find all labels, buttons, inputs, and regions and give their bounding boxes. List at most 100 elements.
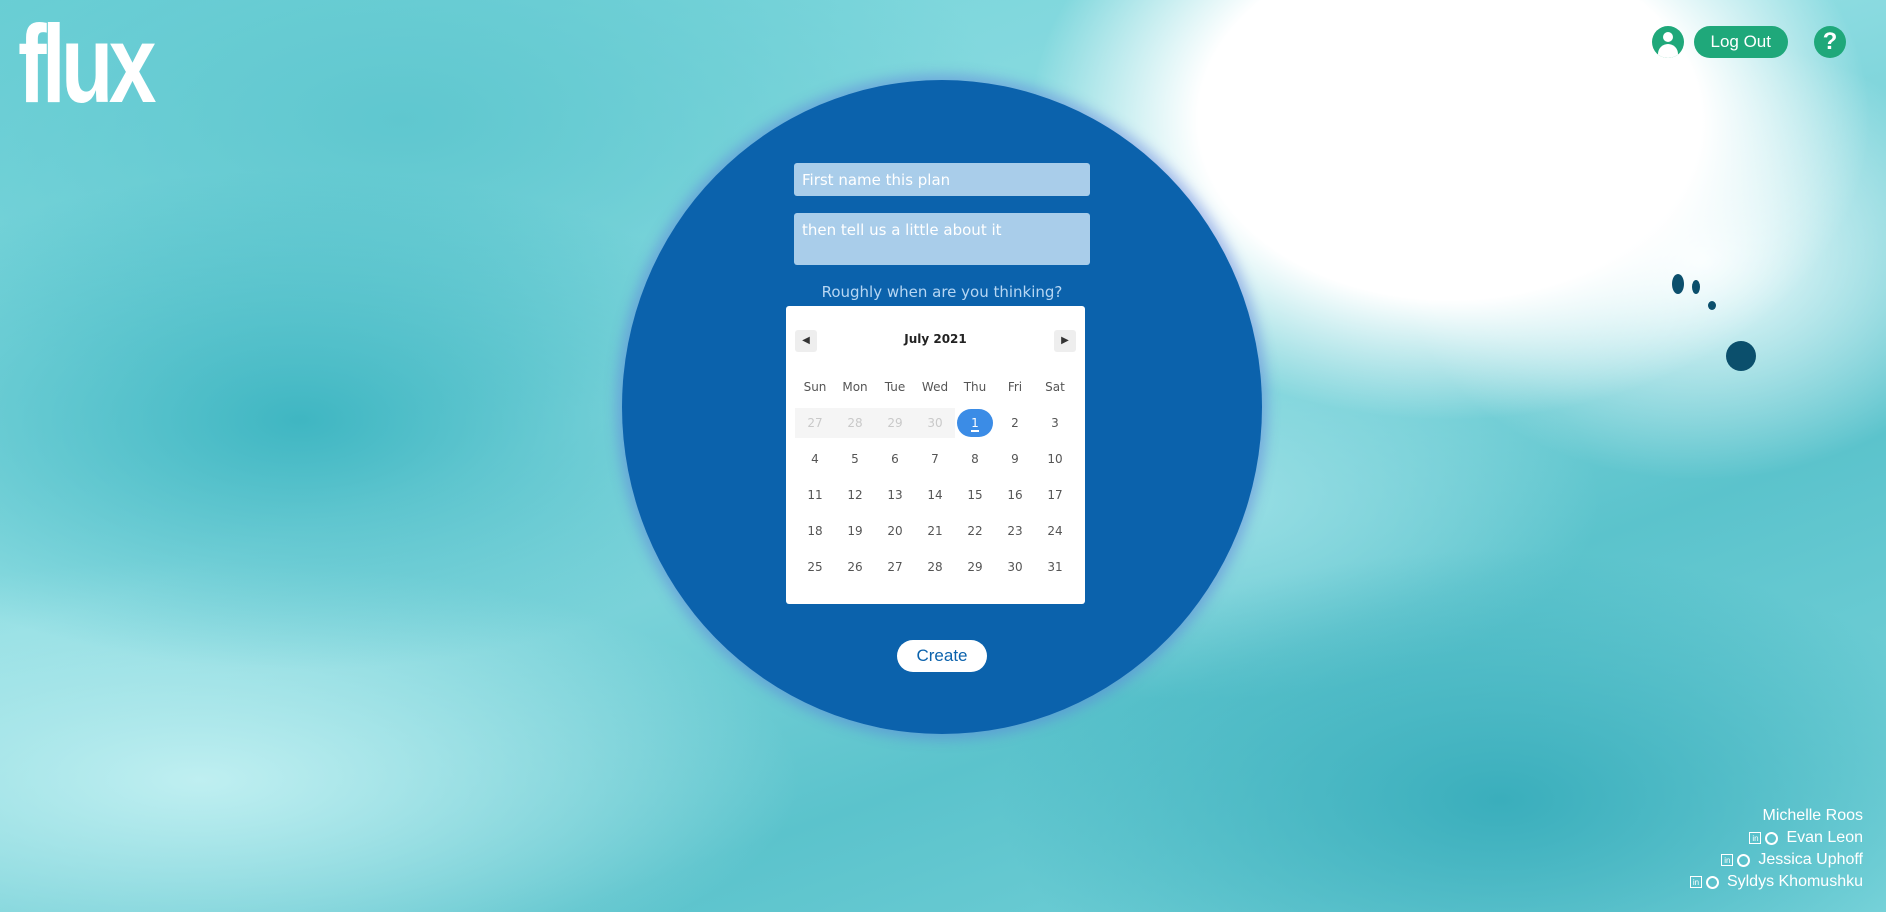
weekday-label: Wed: [921, 380, 949, 394]
calendar-day-number: 14: [927, 488, 943, 502]
calendar-day[interactable]: 4: [795, 444, 835, 474]
calendar-day-selected[interactable]: 1: [955, 408, 995, 438]
calendar-day-number: 3: [1051, 416, 1059, 430]
calendar-day[interactable]: 3: [1035, 408, 1075, 438]
next-month-button[interactable]: ▶: [1054, 330, 1076, 352]
calendar-month-label: July 2021: [904, 332, 967, 346]
calendar-day-number: 12: [847, 488, 863, 502]
calendar-day-number: 28: [927, 560, 943, 574]
calendar-day-number: 9: [1011, 452, 1019, 466]
calendar-day[interactable]: 15: [955, 480, 995, 510]
calendar-day-number: 8: [971, 452, 979, 466]
calendar-day[interactable]: 29: [875, 408, 915, 438]
linkedin-icon[interactable]: in: [1689, 876, 1702, 888]
calendar-day[interactable]: 24: [1035, 516, 1075, 546]
calendar-day-number: 16: [1007, 488, 1023, 502]
credit-row: in Evan Leon: [1690, 827, 1863, 849]
calendar-day-number: 31: [1047, 560, 1063, 574]
calendar-day[interactable]: 16: [995, 480, 1035, 510]
calendar-day[interactable]: 8: [955, 444, 995, 474]
weekday-label: Thu: [963, 380, 987, 394]
credit-row: Michelle Roos: [1690, 805, 1863, 827]
calendar-day-number: 2: [1011, 416, 1019, 430]
credit-name: Michelle Roos: [1762, 807, 1863, 824]
calendar-day[interactable]: 31: [1035, 552, 1075, 582]
calendar-day[interactable]: 27: [795, 408, 835, 438]
profile-icon-head: [1662, 32, 1673, 42]
credit-row: in Syldys Khomushku: [1689, 871, 1863, 893]
calendar-day-number: 17: [1047, 488, 1063, 502]
calendar-day[interactable]: 21: [915, 516, 955, 546]
github-icon[interactable]: [1705, 875, 1719, 889]
plan-description-input[interactable]: [794, 213, 1090, 265]
calendar-day[interactable]: 19: [835, 516, 875, 546]
help-icon[interactable]: ?: [1814, 26, 1846, 58]
weekday-label: Sun: [803, 380, 827, 394]
calendar-day[interactable]: 18: [795, 516, 835, 546]
calendar-day[interactable]: 12: [835, 480, 875, 510]
logout-button[interactable]: Log Out: [1693, 26, 1788, 58]
calendar-day[interactable]: 20: [875, 516, 915, 546]
top-bar: Log Out ?: [1651, 26, 1846, 58]
calendar-day[interactable]: 13: [875, 480, 915, 510]
calendar-day[interactable]: 30: [915, 408, 955, 438]
calendar-day[interactable]: 23: [995, 516, 1035, 546]
calendar-day[interactable]: 6: [875, 444, 915, 474]
calendar-day[interactable]: 7: [915, 444, 955, 474]
calendar-day[interactable]: 9: [995, 444, 1035, 474]
linkedin-icon[interactable]: in: [1749, 832, 1762, 844]
calendar-day-number: 18: [807, 524, 823, 538]
flux-logo[interactable]: flux: [18, 10, 156, 120]
calendar-day[interactable]: 25: [795, 552, 835, 582]
calendar-week-row: 25 26 27 28 29 30 31: [795, 552, 1075, 588]
calendar-day[interactable]: 11: [795, 480, 835, 510]
date-prompt: Roughly when are you thinking?: [821, 283, 1063, 301]
calendar-day[interactable]: 26: [835, 552, 875, 582]
profile-icon[interactable]: [1651, 26, 1684, 58]
calendar-day-number: 25: [807, 560, 823, 574]
weekday-label: Tue: [884, 380, 906, 394]
calendar-day-number: 11: [807, 488, 823, 502]
calendar-day[interactable]: 2: [995, 408, 1035, 438]
calendar-week-row: 27 28 29 30 1 2 3: [795, 408, 1075, 444]
calendar-day-number: 29: [967, 560, 983, 574]
calendar-day-number: 27: [807, 416, 823, 430]
calendar-day[interactable]: 14: [915, 480, 955, 510]
calendar-day[interactable]: 27: [875, 552, 915, 582]
calendar-day-number: 20: [887, 524, 903, 538]
calendar-day-number: 29: [887, 416, 903, 430]
calendar-day-number: 7: [931, 452, 939, 466]
calendar-day[interactable]: 28: [835, 408, 875, 438]
calendar-day-number: 27: [887, 560, 903, 574]
calendar-day[interactable]: 17: [1035, 480, 1075, 510]
calendar-day[interactable]: 29: [955, 552, 995, 582]
calendar-day[interactable]: 28: [915, 552, 955, 582]
calendar-day-number: 6: [891, 452, 899, 466]
ink-splash-decoration: [1692, 280, 1700, 294]
team-credits: Michelle Roos in Evan Leon in Jessica Uphoff…: [1689, 805, 1863, 893]
credit-name: Syldys Khomushku: [1726, 873, 1863, 890]
calendar-day[interactable]: 10: [1035, 444, 1075, 474]
linkedin-icon[interactable]: in: [1721, 854, 1734, 866]
calendar-weekday-header: Sun Mon Tue Wed Thu Fri Sat: [795, 380, 1075, 394]
calendar-week-row: 11 12 13 14 15 16 17: [795, 480, 1075, 516]
calendar-day-number: 21: [927, 524, 943, 538]
github-icon[interactable]: [1765, 831, 1779, 845]
calendar-day-number: 22: [967, 524, 983, 538]
date-picker-calendar: ◀ July 2021 ▶ Sun Mon Tue Wed Thu Fri Sat 27 28…: [786, 306, 1085, 604]
calendar-day[interactable]: 5: [835, 444, 875, 474]
calendar-day-number: 1: [971, 416, 979, 432]
calendar-day-number: 30: [1007, 560, 1023, 574]
create-button[interactable]: Create: [897, 640, 987, 672]
weekday-label: Sat: [1045, 380, 1065, 394]
calendar-day[interactable]: 30: [995, 552, 1035, 582]
calendar-day-number: 24: [1047, 524, 1063, 538]
weekday-label: Fri: [1007, 380, 1023, 394]
plan-name-input[interactable]: [794, 163, 1090, 196]
calendar-day-number: 10: [1047, 452, 1063, 466]
ink-splash-decoration: [1708, 301, 1716, 310]
calendar-day-number: 15: [967, 488, 983, 502]
github-icon[interactable]: [1737, 853, 1751, 867]
weekday-label: Mon: [842, 380, 868, 394]
calendar-day[interactable]: 22: [955, 516, 995, 546]
